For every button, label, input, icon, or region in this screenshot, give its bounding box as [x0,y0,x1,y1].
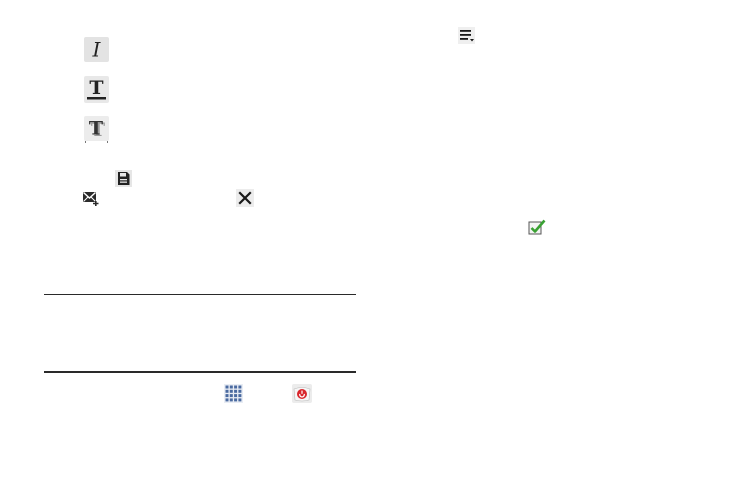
underline-icon: T [84,76,109,103]
apps-grid-icon [224,384,243,403]
apps-grid-cell [225,398,229,402]
email-attachment-icon [82,190,99,206]
manual-page: { "icons": { "italic": "italic-icon", "u… [0,0,734,490]
apps-grid-cell [238,389,242,393]
checkbox-checked-icon [528,219,546,235]
divider-top [44,294,356,295]
apps-grid-cell [238,394,242,398]
text-shadow-icon: T T [84,116,109,143]
close-icon [236,189,254,207]
app-icon [292,384,312,403]
apps-grid-cell [229,385,233,389]
apps-grid-cell [234,394,238,398]
italic-icon: I [84,37,109,62]
apps-grid-cell [229,389,233,393]
apps-grid-cell [234,389,238,393]
apps-grid-cell [234,398,238,402]
svg-text:I: I [92,38,102,62]
svg-text:T: T [89,77,103,99]
apps-grid-cell [229,394,233,398]
apps-grid-cell [238,398,242,402]
divider-bottom [44,371,356,373]
list-menu-icon [458,27,475,44]
apps-grid-cell [225,385,229,389]
apps-grid-cell [225,394,229,398]
save-icon [115,170,132,187]
apps-grid-cell [225,389,229,393]
apps-grid-cell [229,398,233,402]
svg-text:T: T [89,118,103,140]
apps-grid-cell [238,385,242,389]
apps-grid-cell [234,385,238,389]
